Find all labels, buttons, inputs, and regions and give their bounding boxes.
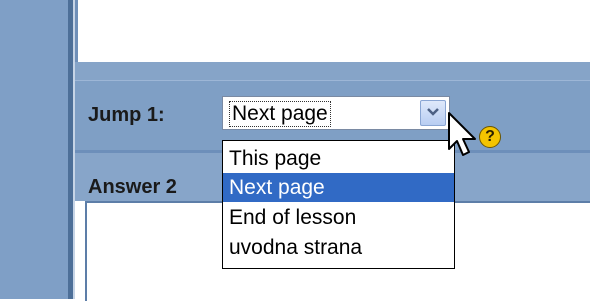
mouse-pointer-icon bbox=[448, 112, 476, 156]
option-this-page[interactable]: This page bbox=[223, 144, 454, 173]
chevron-down-icon bbox=[427, 108, 439, 116]
jump-dropdown-list: This page Next page End of lesson uvodna… bbox=[222, 140, 455, 269]
section-band bbox=[75, 62, 590, 80]
option-uvodna-strana[interactable]: uvodna strana bbox=[223, 233, 454, 262]
jump-select[interactable]: Next page bbox=[222, 96, 450, 130]
jump-select-value: Next page bbox=[229, 101, 331, 127]
answer-label: Answer 2 bbox=[88, 176, 177, 198]
left-rail bbox=[0, 0, 68, 299]
help-icon[interactable]: ? bbox=[479, 126, 501, 148]
previous-editor-area[interactable] bbox=[75, 0, 590, 63]
dropdown-arrow-button[interactable] bbox=[420, 100, 446, 126]
option-end-of-lesson[interactable]: End of lesson bbox=[223, 203, 454, 232]
option-next-page[interactable]: Next page bbox=[223, 173, 454, 202]
jump-label: Jump 1: bbox=[88, 104, 165, 126]
